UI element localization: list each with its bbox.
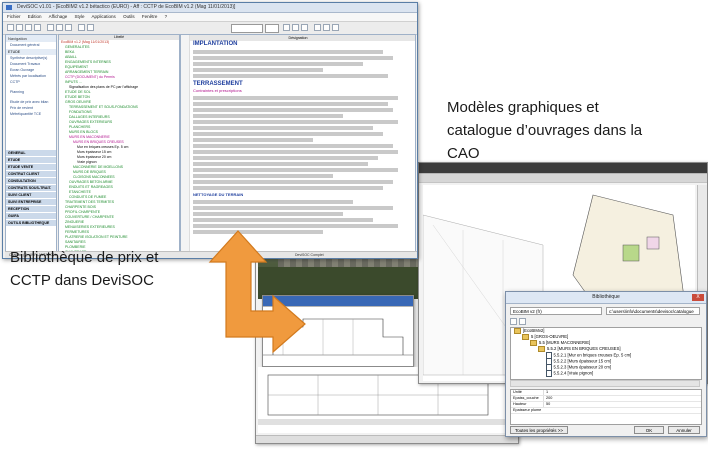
splitter[interactable] (510, 380, 700, 387)
cao-caption-line-3: CAO (447, 145, 480, 162)
cad-right-toolbar[interactable] (419, 174, 707, 183)
menu-style[interactable]: Style (75, 14, 85, 19)
library-tree-label: 5.5.2.2 [Murs épaisseur 15 cm] (553, 358, 612, 364)
redo-icon[interactable] (87, 24, 94, 31)
bibliotheque-dialog: Bibliothèque X EcoBIM v2 (fr) c:\users\i… (505, 291, 707, 437)
nav-section-guifa[interactable]: GUIFA (6, 212, 56, 219)
align-left-icon[interactable] (314, 24, 321, 31)
nav-section-suivi-entreprise[interactable]: SUIVI ENTREPRISE (6, 198, 56, 205)
nav-item[interactable]: Planning (6, 89, 56, 95)
library-tree-label: 5 [GROS-OEUVRE] (531, 334, 569, 339)
folder-up-icon[interactable] (510, 318, 517, 325)
all-properties-button[interactable]: Toutes les propriétés >> (510, 426, 568, 434)
new-folder-icon[interactable] (519, 318, 526, 325)
library-tree-label: 5.5.2.1 [Mur en briques creuses Ep. 5 cm… (553, 352, 632, 358)
devisoc-caption-line-1: Bibliothèque de prix et (10, 249, 159, 266)
align-center-icon[interactable] (323, 24, 330, 31)
catalogue-path-field[interactable]: c:\users\info\documents\devisoc\catalogu… (606, 307, 700, 315)
italic-icon[interactable] (292, 24, 299, 31)
cad-status-bar (256, 435, 518, 443)
library-tree-item[interactable]: 5.5.2.4 [Vraie pignon] (511, 370, 701, 377)
size-select[interactable] (265, 24, 279, 33)
folder-icon (522, 334, 529, 340)
subheading-contraintes: Contraintes et prescriptions (193, 88, 242, 93)
navigation-panel: Navigation Document général ETUDE Synthè… (5, 34, 57, 258)
bibliotheque-tree: [EcoBIMv2] 5 [GROS-OEUVRE] 5.5 [MURS MACON… (510, 327, 702, 380)
link-arrow-icon (208, 230, 306, 354)
property-row[interactable]: Epaisseur plume (511, 408, 701, 414)
cut-icon[interactable] (47, 24, 54, 31)
copy-icon[interactable] (56, 24, 63, 31)
nav-section-outils-bibliotheque[interactable]: OUTILS BIBLIOTHEQUE (6, 219, 56, 226)
nav-section[interactable]: ETUDE (6, 48, 56, 55)
menu-applications[interactable]: Applications (92, 14, 116, 19)
bibliotheque-title: Bibliothèque (592, 294, 620, 300)
nav-item[interactable]: CCTP (6, 79, 56, 85)
nav-section-contrat-client[interactable]: CONTRAT CLIENT (6, 170, 56, 177)
open-icon[interactable] (16, 24, 23, 31)
cao-caption: Modèles graphiques et catalogue d’ouvrag… (447, 96, 642, 165)
devisoc-title: DeviSOC v1.01 - [EcoBIM2 v1.2 bétactico … (17, 4, 236, 10)
nav-section-general[interactable]: GENERAL (6, 149, 56, 156)
folder-icon (538, 346, 545, 352)
print-icon[interactable] (34, 24, 41, 31)
library-tree-label: 5.5.2.3 [Murs épaisseur 20 cm] (553, 364, 612, 370)
library-tree-label: 5.5.2 [MURS EN BRIQUES CREUSES] (547, 346, 621, 351)
devisoc-window: DeviSOC v1.01 - [EcoBIM2 v1.2 bétactico … (2, 2, 418, 259)
cao-caption-line-1: Modèles graphiques et (447, 99, 599, 116)
devisoc-caption-line-2: CCTP dans DeviSOC (10, 272, 154, 289)
link-arrow-shape (208, 230, 306, 354)
cao-caption-line-2: catalogue d’ouvrages dans la (447, 122, 643, 139)
library-tree-label: 5.5 [MURS MACONNERIE] (539, 340, 591, 345)
nav-section-contrats-sous-trait[interactable]: CONTRATS SOUS-TRAIT. (6, 184, 56, 191)
menu-edition[interactable]: Edition (28, 14, 42, 19)
save-icon[interactable] (25, 24, 32, 31)
navigation-title: Navigation (6, 35, 56, 42)
heading-implantation: IMPLANTATION (193, 41, 238, 47)
menu-affichage[interactable]: Affichage (49, 14, 68, 19)
undo-icon[interactable] (78, 24, 85, 31)
menu-fenetre[interactable]: Fenêtre (142, 14, 158, 19)
font-select[interactable] (231, 24, 263, 33)
folder-icon (530, 340, 537, 346)
folder-icon (514, 328, 521, 334)
nav-section-consultation[interactable]: CONSULTATION (6, 177, 56, 184)
devisoc-menu-bar: Fichier Edition Affichage Style Applicat… (3, 13, 417, 22)
properties-table: Unité 1 Epaiss_couche 200 Hauteur 50 Epaiss… (510, 389, 702, 425)
align-right-icon[interactable] (332, 24, 339, 31)
folder-toolbar (510, 318, 700, 325)
new-icon[interactable] (7, 24, 14, 31)
menu-fichier[interactable]: Fichier (7, 14, 21, 19)
menu-outils[interactable]: Outils (123, 14, 135, 19)
nav-section-etude-vente[interactable]: ETUDE VENTE (6, 163, 56, 170)
catalogue-select[interactable]: EcoBIM v2 (fr) (510, 307, 602, 315)
library-tree-label: [EcoBIMv2] (523, 328, 545, 333)
cancel-button[interactable]: Annuler (668, 426, 700, 434)
devisoc-title-bar: DeviSOC v1.01 - [EcoBIM2 v1.2 bétactico … (3, 3, 417, 13)
devisoc-app-icon (6, 5, 12, 10)
close-icon[interactable]: X (692, 294, 704, 301)
menu-help[interactable]: ? (165, 14, 168, 19)
cctp-text-panel[interactable]: Désignation IMPLANTATION TERRASSEMENT Co… (180, 34, 416, 252)
document-icon (546, 370, 552, 377)
ok-button[interactable]: OK (634, 426, 664, 434)
bold-icon[interactable] (283, 24, 290, 31)
text-gutter (181, 35, 190, 251)
bib-tree-rows: [EcoBIMv2] 5 [GROS-OEUVRE] 5.5 [MURS MACON… (511, 328, 701, 377)
library-tree-label: 5.5.2.4 [Vraie pignon] (553, 370, 594, 376)
nav-section-suivi-client[interactable]: SUIVI CLIENT (6, 191, 56, 198)
devisoc-caption: Bibliothèque de prix et CCTP dans DeviSO… (10, 246, 158, 292)
nav-section-etude[interactable]: ETUDE (6, 156, 56, 163)
subheading-nettoyage: NETTOYAGE DU TERRAIN (193, 192, 244, 197)
nav-section-reception[interactable]: RECEPTION (6, 205, 56, 212)
underline-icon[interactable] (301, 24, 308, 31)
paste-icon[interactable] (65, 24, 72, 31)
bibliotheque-title-bar: Bibliothèque X (506, 292, 706, 304)
tree-rows: EcoBIM v1.2 (Mag 11/01/2013) GENERALITES B… (59, 40, 179, 251)
heading-terrassement: TERRASSEMENT (193, 81, 243, 87)
cctp-tree-panel: Libellé EcoBIM v1.2 (Mag 11/01/2013) GENE… (58, 34, 180, 252)
